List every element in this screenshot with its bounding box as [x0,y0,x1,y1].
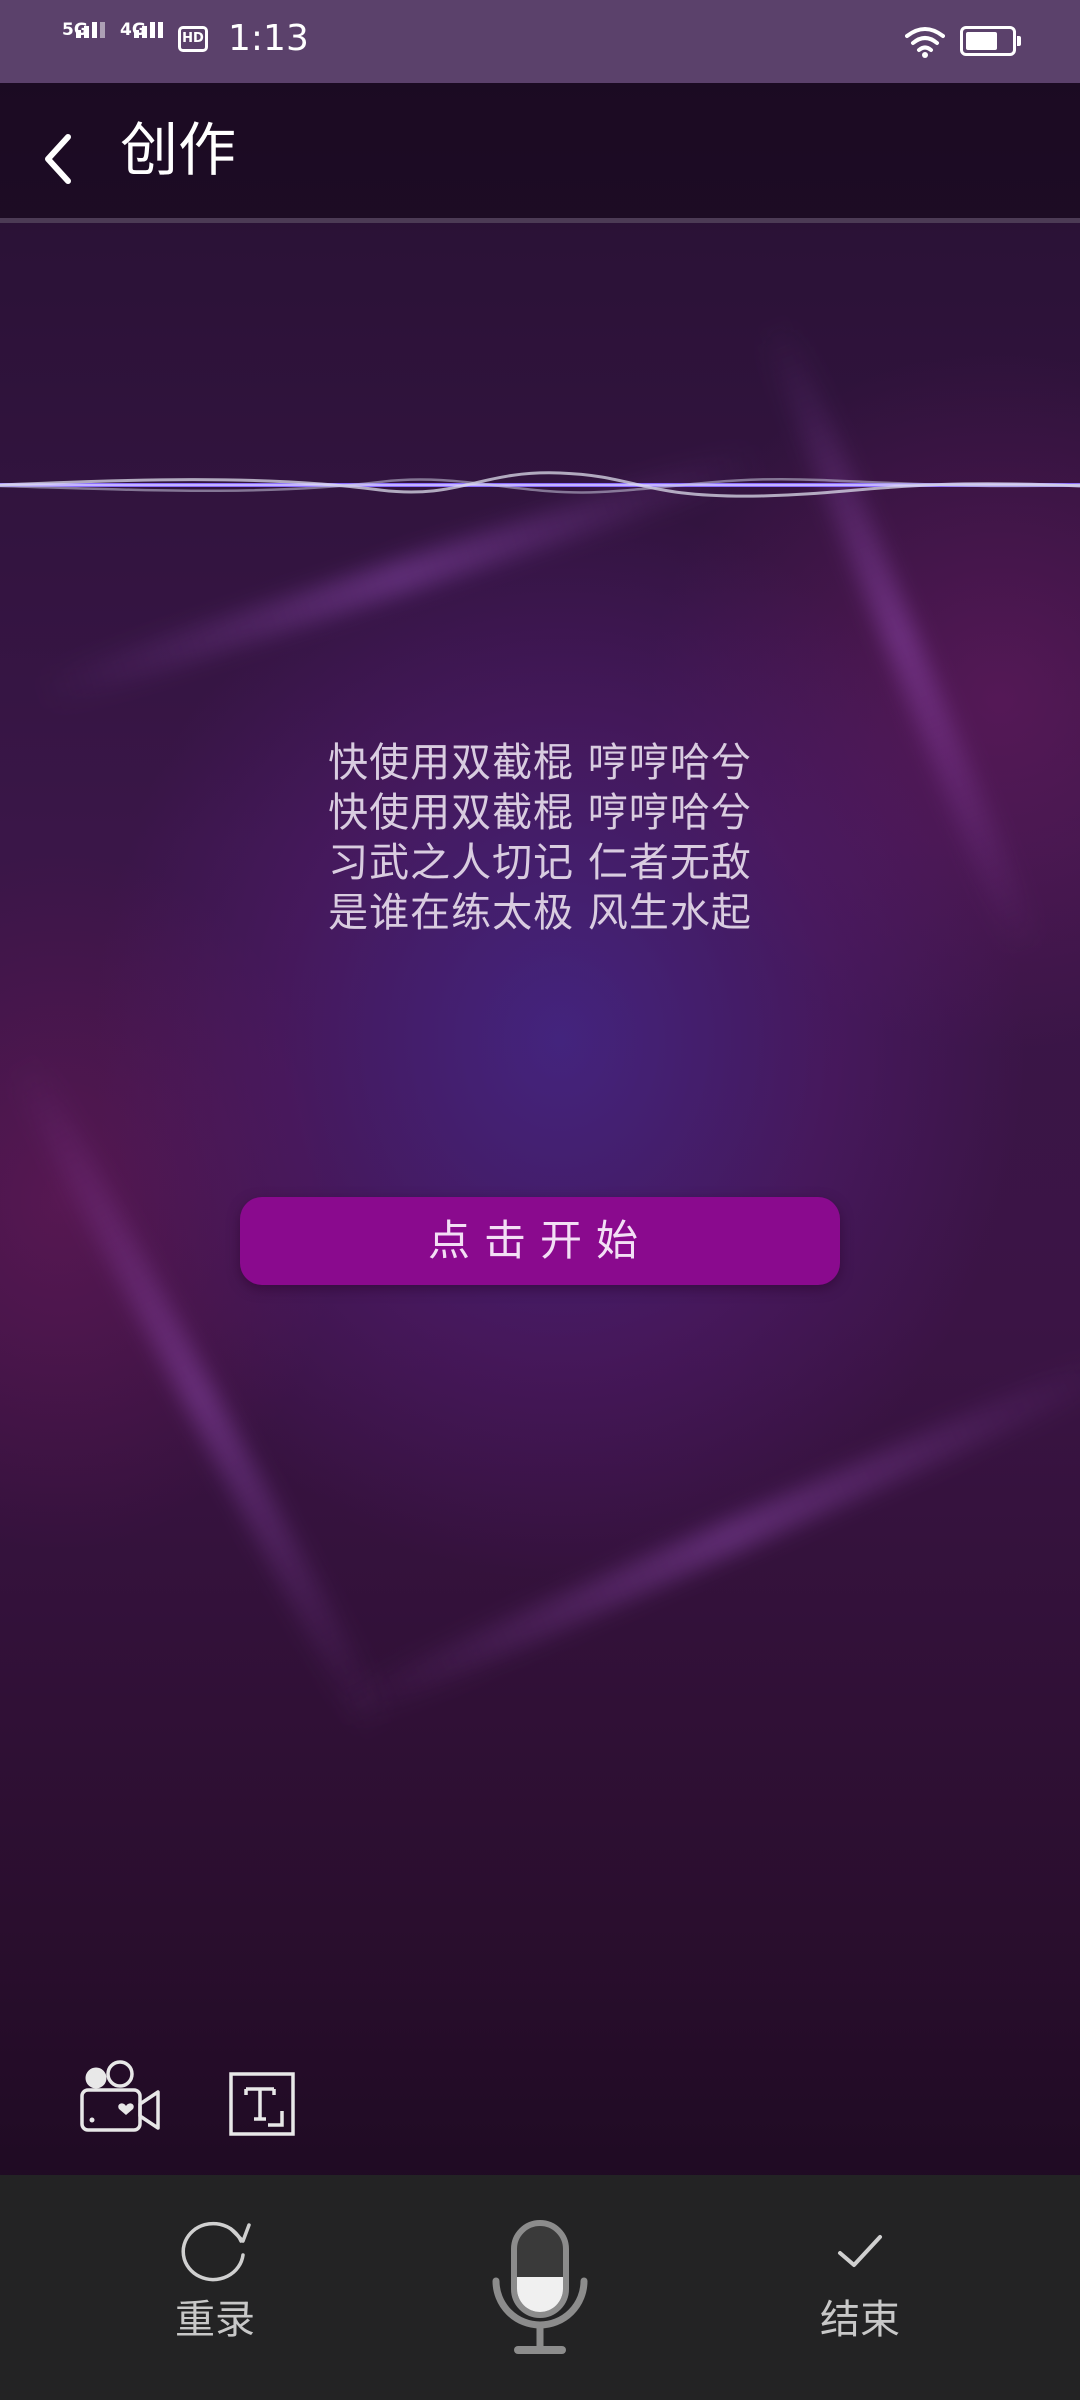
refresh-icon [181,2221,251,2282]
battery-level [966,32,997,50]
lyrics-block: 快使用双截棍 哼哼哈兮 快使用双截棍 哼哼哈兮 习武之人切记 仁者无敌 是谁在练… [0,738,1080,938]
audio-waveform [0,471,1080,498]
chevron-left-icon[interactable] [30,123,90,193]
creation-screen: 5G 4G HD 1:13 创作 快使用双截棍 哼哼哈兮 快使用双截棍 哼哼哈兮… [0,0,1080,2400]
background-light-streak [6,1053,394,1741]
rerecord-label: 重录 [175,2297,255,2343]
clock: 1:13 [228,18,309,59]
status-bar: 5G 4G HD 1:13 [0,0,1080,83]
lyric-line: 快使用双截棍 哼哼哈兮 [328,790,752,836]
page-title: 创作 [120,116,237,184]
bottom-action-bar: 重录 结束 [0,2175,1080,2400]
finish-label: 结束 [820,2297,900,2343]
microphone-icon[interactable] [488,2219,592,2359]
wifi-icon [905,27,945,58]
top-app-bar: 创作 [0,83,1080,223]
lyric-line: 习武之人切记 仁者无敌 [328,840,752,886]
video-camera-icon[interactable] [78,2060,162,2136]
battery-icon [960,26,1021,56]
rerecord-button[interactable]: 重录 [150,2215,280,2345]
check-icon [838,2235,882,2267]
lyric-line: 快使用双截棍 哼哼哈兮 [328,740,752,786]
background-light-streak [330,1346,1080,1728]
lyric-line: 是谁在练太极 风生水起 [328,890,752,936]
finish-button[interactable]: 结束 [795,2215,925,2345]
hd-icon: HD [178,26,208,52]
start-button[interactable]: 点击开始 [240,1197,840,1285]
text-frame-icon[interactable] [228,2071,296,2137]
